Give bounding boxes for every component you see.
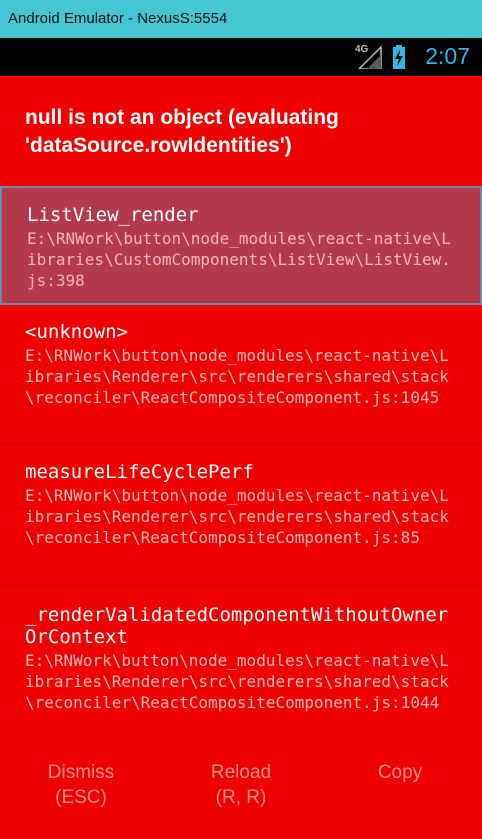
window-title: Android Emulator - NexusS:5554 [8,10,228,27]
reload-label: Reload [210,762,272,783]
frame-function-name: measureLifeCyclePerf [25,461,254,483]
dismiss-shortcut: (ESC) [55,787,107,808]
network-type-label: 4G [355,44,369,55]
frame-file-location: E:\RNWork\button\node_modules\react-nati… [25,346,449,407]
emulator-title-bar: Android Emulator - NexusS:5554 [0,0,482,38]
stack-trace-list: ListView_render E:\RNWork\button\node_mo… [0,186,482,750]
redbox-action-bar: Dismiss (ESC) Reload (R, R) Copy [0,760,482,820]
frame-function-name: _renderValidatedComponentWithoutOwnerOrC… [25,604,449,648]
frame-file-location: E:\RNWork\button\node_modules\react-nati… [25,651,449,712]
error-message: null is not an object (evaluating 'dataS… [25,106,339,157]
stack-frame[interactable]: <unknown> E:\RNWork\button\node_modules\… [0,305,482,445]
frame-function-name: ListView_render [27,204,199,226]
reload-button[interactable]: Reload (R, R) [161,760,321,810]
stack-frame[interactable]: _renderValidatedComponentWithoutOwnerOrC… [0,586,482,750]
android-status-bar: 4G 2:07 [0,38,482,76]
stack-frame[interactable]: measureLifeCyclePerf E:\RNWork\button\no… [0,445,482,586]
signal-icon: 4G [355,44,383,70]
frame-file-location: E:\RNWork\button\node_modules\react-nati… [25,486,449,547]
copy-button[interactable]: Copy [320,760,480,785]
dismiss-label: Dismiss [47,762,115,783]
frame-function-name: <unknown> [25,321,128,343]
stack-frame[interactable]: ListView_render E:\RNWork\button\node_mo… [0,186,482,305]
frame-file-location: E:\RNWork\button\node_modules\react-nati… [27,229,451,290]
copy-label: Copy [377,762,423,783]
dismiss-button[interactable]: Dismiss (ESC) [1,760,161,810]
battery-icon [392,45,406,69]
reload-shortcut: (R, R) [215,787,267,808]
status-clock: 2:07 [425,43,470,69]
